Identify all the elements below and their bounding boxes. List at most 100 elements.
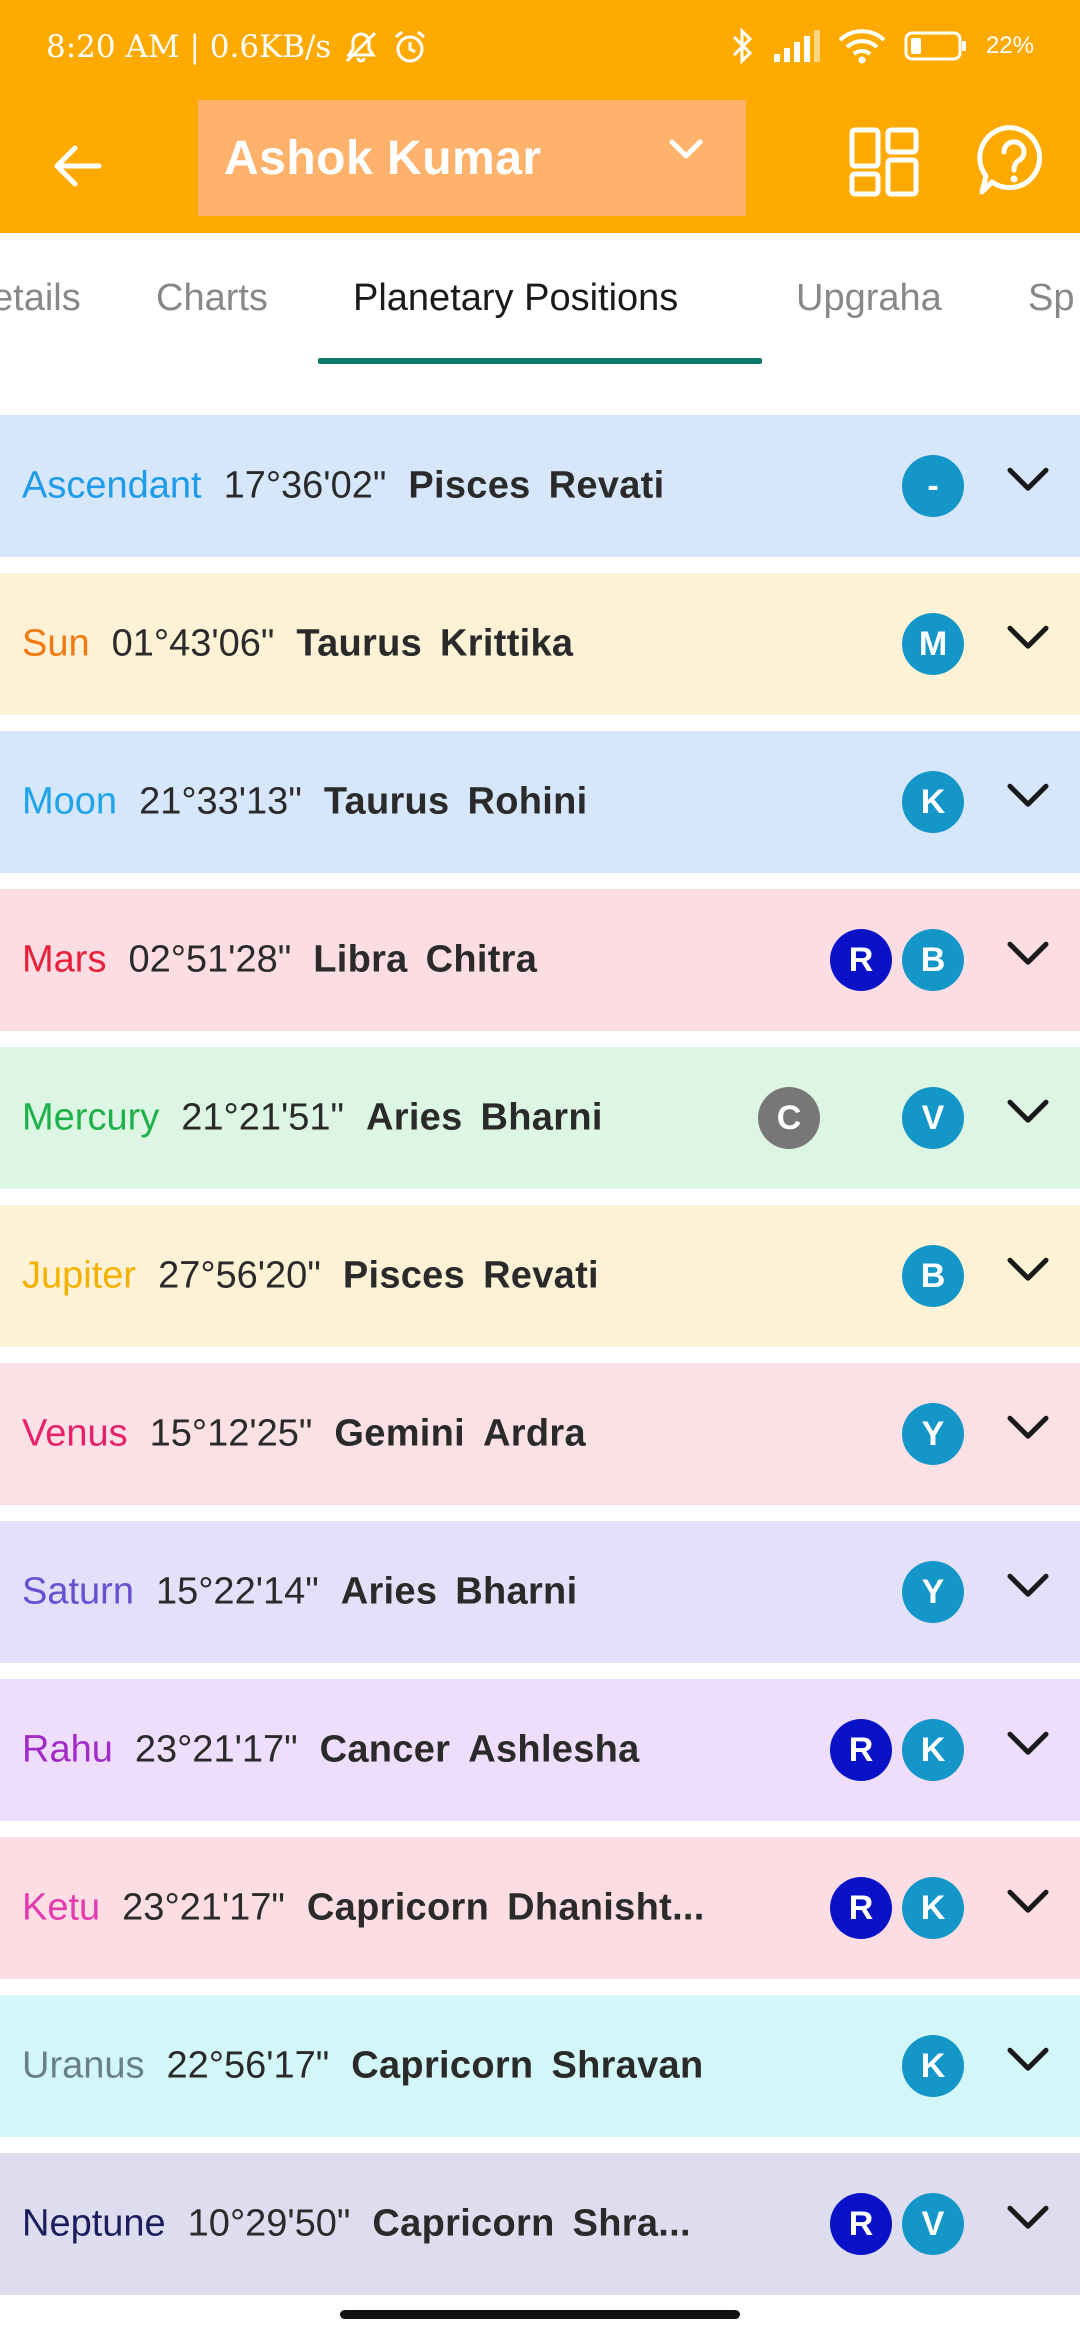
bluetooth-icon <box>730 26 754 66</box>
expand-chevron-icon[interactable] <box>1004 930 1052 978</box>
profile-dropdown[interactable]: Ashok Kumar <box>198 100 746 216</box>
battery-percent: 22% <box>985 32 1034 59</box>
planet-row[interactable]: Uranus 22°56'17" Capricorn Shravan K <box>0 1995 1080 2137</box>
status-badge: Y <box>902 1403 964 1465</box>
expand-chevron-icon[interactable] <box>1004 1246 1052 1294</box>
status-badge: V <box>902 2193 964 2255</box>
planet-sign: Taurus <box>296 622 423 665</box>
planet-sign: Libra <box>313 938 408 981</box>
status-badge: Y <box>902 1561 964 1623</box>
planet-name: Ketu <box>22 1886 101 1929</box>
tab-sp[interactable]: Sp <box>1028 277 1074 320</box>
planet-sign: Capricorn <box>351 2044 534 2087</box>
status-badge: K <box>902 1719 964 1781</box>
status-right: 22% <box>730 26 1034 66</box>
planet-nakshatra: Revati <box>548 464 665 507</box>
planet-row[interactable]: Rahu 23°21'17" Cancer Ashlesha R K <box>0 1679 1080 1821</box>
chevron-down-icon <box>666 134 706 167</box>
back-button[interactable] <box>40 128 116 204</box>
planet-name: Mercury <box>22 1096 160 1139</box>
expand-chevron-icon[interactable] <box>1004 1088 1052 1136</box>
status-left: 8:20 AM | 0.6KB/s <box>46 28 429 66</box>
planet-name: Jupiter <box>22 1254 137 1297</box>
planet-name: Mars <box>22 938 107 981</box>
profile-name: Ashok Kumar <box>224 131 542 185</box>
expand-chevron-icon[interactable] <box>1004 2194 1052 2242</box>
status-badge: B <box>902 929 964 991</box>
planet-row[interactable]: Saturn 15°22'14" Aries Bharni Y <box>0 1521 1080 1663</box>
planet-row[interactable]: Neptune 10°29'50" Capricorn Shra... R V <box>0 2153 1080 2295</box>
planet-sign: Pisces <box>408 464 531 507</box>
planet-row[interactable]: Moon 21°33'13" Taurus Rohini K <box>0 731 1080 873</box>
planet-row-text: Uranus 22°56'17" Capricorn Shravan <box>22 2045 704 2088</box>
planet-row-text: Ketu 23°21'17" Capricorn Dhanisht... <box>22 1887 705 1930</box>
expand-chevron-icon[interactable] <box>1004 1562 1052 1610</box>
sign-nakshatra: Capricorn Dhanisht... <box>307 1887 705 1930</box>
tab-details[interactable]: etails <box>0 277 81 320</box>
planet-row-text: Jupiter 27°56'20" Pisces Revati <box>22 1255 599 1298</box>
planet-degree: 10°29'50" <box>187 2202 351 2245</box>
status-badge: R <box>830 1877 892 1939</box>
planet-name: Saturn <box>22 1570 134 1613</box>
battery-icon <box>904 30 968 62</box>
planet-degree: 02°51'28" <box>128 938 292 981</box>
planet-nakshatra: Ashlesha <box>468 1728 640 1771</box>
app-bar: Ashok Kumar <box>0 100 1080 233</box>
help-button[interactable] <box>974 120 1054 200</box>
planet-row[interactable]: Ketu 23°21'17" Capricorn Dhanisht... R K <box>0 1837 1080 1979</box>
expand-chevron-icon[interactable] <box>1004 1720 1052 1768</box>
planet-row[interactable]: Sun 01°43'06" Taurus Krittika M <box>0 573 1080 715</box>
arrow-left-icon <box>54 145 102 187</box>
status-badge: K <box>902 771 964 833</box>
planet-row[interactable]: Venus 15°12'25" Gemini Ardra Y <box>0 1363 1080 1505</box>
planet-row[interactable]: Mars 02°51'28" Libra Chitra R B <box>0 889 1080 1031</box>
expand-chevron-icon[interactable] <box>1004 614 1052 662</box>
help-icon <box>977 125 1042 195</box>
tab-upgraha[interactable]: Upgraha <box>796 277 942 320</box>
planet-nakshatra: Shravan <box>551 2044 704 2087</box>
planet-name: Uranus <box>22 2044 145 2087</box>
planet-sign: Capricorn <box>372 2202 555 2245</box>
status-time-speed: 8:20 AM | 0.6KB/s <box>46 29 332 65</box>
sign-nakshatra: Aries Bharni <box>341 1571 578 1614</box>
planet-row[interactable]: Mercury 21°21'51" Aries Bharni C V <box>0 1047 1080 1189</box>
status-badge: R <box>830 929 892 991</box>
planet-nakshatra: Krittika <box>440 622 574 665</box>
home-indicator[interactable] <box>340 2310 740 2319</box>
planet-sign: Aries <box>340 1570 438 1613</box>
planet-sign: Taurus <box>323 780 450 823</box>
planet-degree: 15°22'14" <box>155 1570 319 1613</box>
planet-row[interactable]: Jupiter 27°56'20" Pisces Revati B <box>0 1205 1080 1347</box>
planet-row-text: Mercury 21°21'51" Aries Bharni <box>22 1097 603 1140</box>
expand-chevron-icon[interactable] <box>1004 456 1052 504</box>
planet-nakshatra: Dhanisht... <box>507 1886 705 1929</box>
sign-nakshatra: Pisces Revati <box>343 1255 599 1298</box>
planet-name: Ascendant <box>22 464 202 507</box>
sign-nakshatra: Aries Bharni <box>366 1097 603 1140</box>
planet-row-text: Rahu 23°21'17" Cancer Ashlesha <box>22 1729 640 1772</box>
planet-nakshatra: Bharni <box>455 1570 578 1613</box>
status-badge: K <box>902 2035 964 2097</box>
planet-degree: 01°43'06" <box>111 622 275 665</box>
planet-row[interactable]: Ascendant 17°36'02" Pisces Revati - <box>0 415 1080 557</box>
tab-charts[interactable]: Charts <box>156 277 268 320</box>
planet-sign: Pisces <box>342 1254 466 1297</box>
sign-nakshatra: Libra Chitra <box>313 939 537 982</box>
sign-nakshatra: Gemini Ardra <box>334 1413 585 1456</box>
planet-nakshatra: Revati <box>483 1254 599 1297</box>
expand-chevron-icon[interactable] <box>1004 2036 1052 2084</box>
planet-name: Rahu <box>22 1728 113 1771</box>
tab-bar: etails Charts Planetary Positions Upgrah… <box>0 233 1080 367</box>
expand-chevron-icon[interactable] <box>1004 772 1052 820</box>
expand-chevron-icon[interactable] <box>1004 1878 1052 1926</box>
app-header: 8:20 AM | 0.6KB/s 22% Ashok Kumar <box>0 0 1080 233</box>
expand-chevron-icon[interactable] <box>1004 1404 1052 1452</box>
status-badge: C <box>758 1087 820 1149</box>
planet-degree: 17°36'02" <box>223 464 387 507</box>
planet-nakshatra: Shra... <box>572 2202 691 2245</box>
status-badge: R <box>830 2193 892 2255</box>
planet-row-text: Sun 01°43'06" Taurus Krittika <box>22 623 573 666</box>
dashboard-button[interactable] <box>844 122 924 202</box>
tab-planetary-positions[interactable]: Planetary Positions <box>353 277 678 320</box>
planet-degree: 21°21'51" <box>181 1096 344 1139</box>
